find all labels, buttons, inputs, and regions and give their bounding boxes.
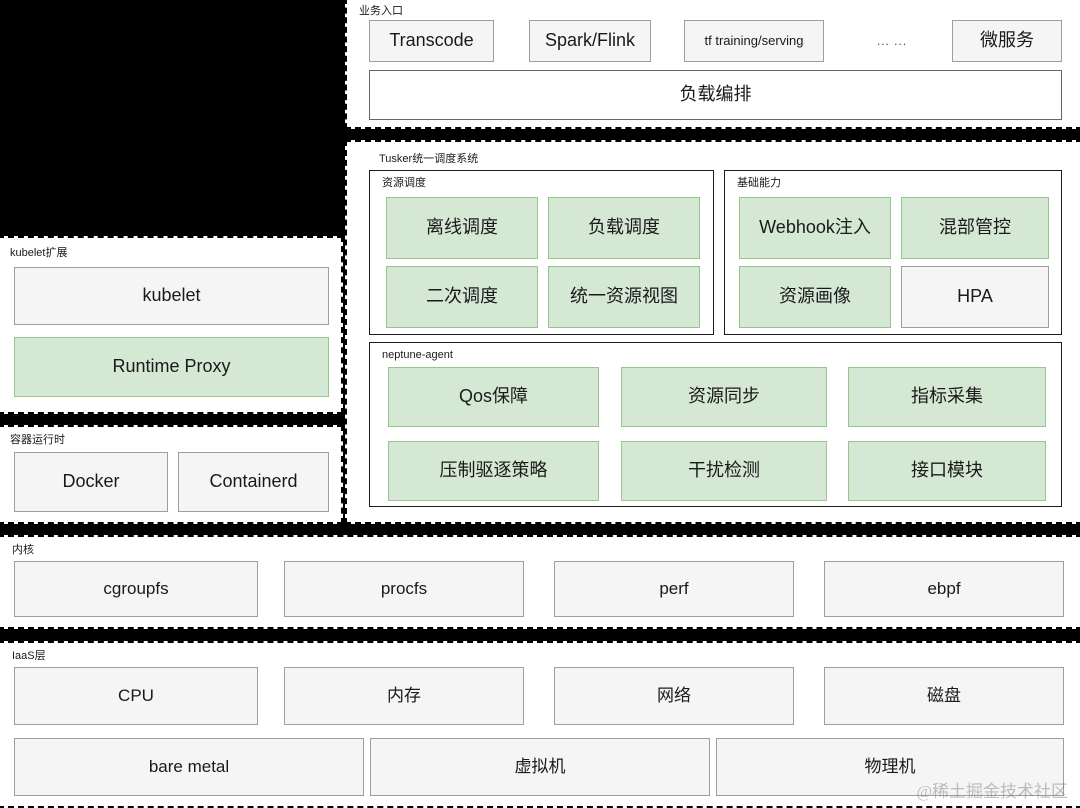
workload-orchestration-box[interactable]: 负载编排 bbox=[369, 70, 1062, 120]
base-capability-box-resource-profile[interactable]: 资源画像 bbox=[739, 266, 891, 328]
base-capability-subpanel: 基础能力 Webhook注入 混部管控 资源画像 HPA bbox=[724, 170, 1062, 335]
iaas-box-physical-machine[interactable]: 物理机 bbox=[716, 738, 1064, 796]
iaas-box-virtual-machine[interactable]: 虚拟机 bbox=[370, 738, 710, 796]
resource-scheduling-box-unified-view[interactable]: 统一资源视图 bbox=[548, 266, 700, 328]
app-box-spark-flink[interactable]: Spark/Flink bbox=[529, 20, 651, 62]
iaas-panel: IaaS层 CPU 内存 网络 磁盘 bare metal 虚拟机 物理机 bbox=[0, 641, 1080, 808]
tusker-panel: Tusker统一调度系统 资源调度 离线调度 负载调度 二次调度 统一资源视图 … bbox=[345, 140, 1080, 524]
kernel-box-ebpf[interactable]: ebpf bbox=[824, 561, 1064, 617]
kernel-box-cgroupfs[interactable]: cgroupfs bbox=[14, 561, 258, 617]
resource-scheduling-box-rescheduling[interactable]: 二次调度 bbox=[386, 266, 538, 328]
container-runtime-box-containerd[interactable]: Containerd bbox=[178, 452, 329, 512]
neptune-agent-box-qos[interactable]: Qos保障 bbox=[388, 367, 599, 427]
neptune-agent-box-interference-detect[interactable]: 干扰检测 bbox=[621, 441, 827, 501]
base-capability-box-webhook[interactable]: Webhook注入 bbox=[739, 197, 891, 259]
kubelet-extension-label: kubelet扩展 bbox=[10, 246, 67, 260]
neptune-agent-box-metrics-collect[interactable]: 指标采集 bbox=[848, 367, 1046, 427]
iaas-box-memory[interactable]: 内存 bbox=[284, 667, 524, 725]
kernel-panel: 内核 cgroupfs procfs perf ebpf bbox=[0, 535, 1080, 629]
tusker-label: Tusker统一调度系统 bbox=[379, 152, 478, 166]
neptune-agent-subpanel: neptune-agent Qos保障 资源同步 指标采集 压制驱逐策略 干扰检… bbox=[369, 342, 1062, 507]
kubelet-box[interactable]: kubelet bbox=[14, 267, 329, 325]
neptune-agent-box-resource-sync[interactable]: 资源同步 bbox=[621, 367, 827, 427]
iaas-box-network[interactable]: 网络 bbox=[554, 667, 794, 725]
app-box-transcode[interactable]: Transcode bbox=[369, 20, 494, 62]
resource-scheduling-box-load[interactable]: 负载调度 bbox=[548, 197, 700, 259]
app-box-ellipsis: ... ... bbox=[847, 20, 937, 62]
iaas-label: IaaS层 bbox=[12, 649, 46, 663]
resource-scheduling-label: 资源调度 bbox=[382, 176, 426, 190]
base-capability-box-hpa[interactable]: HPA bbox=[901, 266, 1049, 328]
container-runtime-label: 容器运行时 bbox=[10, 433, 65, 447]
business-entry-panel: 业务入口 Transcode Spark/Flink tf training/s… bbox=[345, 0, 1080, 129]
resource-scheduling-subpanel: 资源调度 离线调度 负载调度 二次调度 统一资源视图 bbox=[369, 170, 714, 335]
runtime-proxy-box[interactable]: Runtime Proxy bbox=[14, 337, 329, 397]
resource-scheduling-box-offline[interactable]: 离线调度 bbox=[386, 197, 538, 259]
app-box-microservice[interactable]: 微服务 bbox=[952, 20, 1062, 62]
container-runtime-box-docker[interactable]: Docker bbox=[14, 452, 168, 512]
iaas-box-bare-metal[interactable]: bare metal bbox=[14, 738, 364, 796]
kernel-label: 内核 bbox=[12, 543, 34, 557]
neptune-agent-box-interface-module[interactable]: 接口模块 bbox=[848, 441, 1046, 501]
iaas-box-cpu[interactable]: CPU bbox=[14, 667, 258, 725]
base-capability-label: 基础能力 bbox=[737, 176, 781, 190]
neptune-agent-box-suppress-evict[interactable]: 压制驱逐策略 bbox=[388, 441, 599, 501]
container-runtime-panel: 容器运行时 Docker Containerd bbox=[0, 425, 343, 524]
iaas-box-disk[interactable]: 磁盘 bbox=[824, 667, 1064, 725]
neptune-agent-label: neptune-agent bbox=[382, 348, 453, 362]
kernel-box-procfs[interactable]: procfs bbox=[284, 561, 524, 617]
business-entry-label: 业务入口 bbox=[359, 4, 403, 18]
app-box-tf-training-serving[interactable]: tf training/serving bbox=[684, 20, 824, 62]
kubelet-extension-panel: kubelet扩展 kubelet Runtime Proxy bbox=[0, 236, 343, 414]
base-capability-box-colocation-control[interactable]: 混部管控 bbox=[901, 197, 1049, 259]
kernel-box-perf[interactable]: perf bbox=[554, 561, 794, 617]
